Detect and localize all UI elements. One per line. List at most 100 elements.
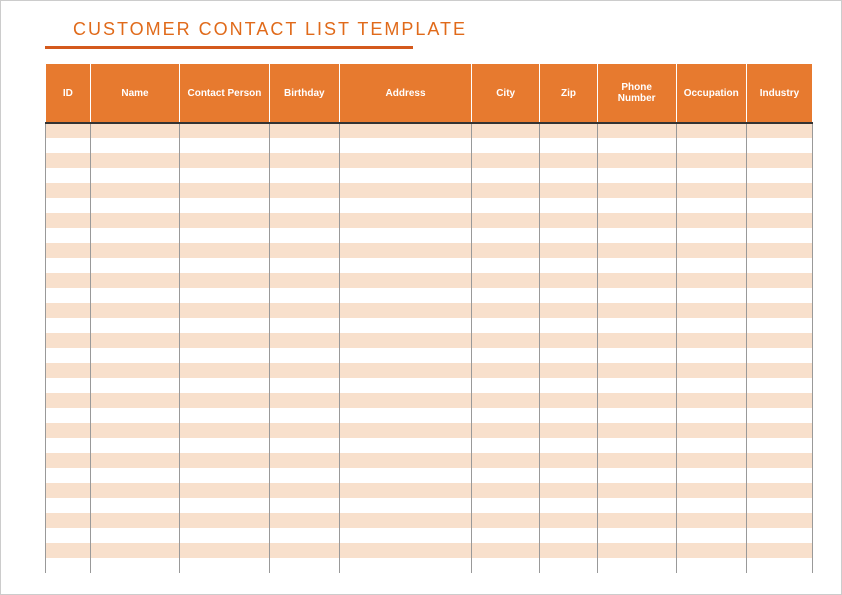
table-cell[interactable]: [472, 408, 540, 423]
table-cell[interactable]: [472, 273, 540, 288]
table-cell[interactable]: [46, 243, 91, 258]
table-cell[interactable]: [46, 258, 91, 273]
table-cell[interactable]: [746, 438, 812, 453]
table-cell[interactable]: [180, 318, 269, 333]
table-cell[interactable]: [339, 438, 471, 453]
table-cell[interactable]: [339, 483, 471, 498]
table-cell[interactable]: [180, 258, 269, 273]
table-cell[interactable]: [90, 468, 179, 483]
table-cell[interactable]: [676, 138, 746, 153]
table-cell[interactable]: [46, 138, 91, 153]
table-cell[interactable]: [269, 513, 339, 528]
table-cell[interactable]: [180, 138, 269, 153]
table-cell[interactable]: [339, 348, 471, 363]
table-cell[interactable]: [472, 363, 540, 378]
table-cell[interactable]: [180, 483, 269, 498]
table-cell[interactable]: [746, 288, 812, 303]
table-cell[interactable]: [472, 318, 540, 333]
table-cell[interactable]: [597, 303, 676, 318]
table-cell[interactable]: [269, 408, 339, 423]
table-cell[interactable]: [180, 438, 269, 453]
table-cell[interactable]: [472, 153, 540, 168]
table-cell[interactable]: [540, 483, 598, 498]
table-cell[interactable]: [269, 213, 339, 228]
table-cell[interactable]: [540, 528, 598, 543]
table-cell[interactable]: [472, 468, 540, 483]
table-cell[interactable]: [597, 123, 676, 138]
table-cell[interactable]: [472, 513, 540, 528]
table-cell[interactable]: [746, 543, 812, 558]
table-cell[interactable]: [269, 543, 339, 558]
table-cell[interactable]: [180, 558, 269, 573]
table-cell[interactable]: [339, 378, 471, 393]
table-cell[interactable]: [90, 183, 179, 198]
table-cell[interactable]: [676, 528, 746, 543]
table-cell[interactable]: [746, 303, 812, 318]
table-cell[interactable]: [269, 453, 339, 468]
table-cell[interactable]: [676, 183, 746, 198]
table-cell[interactable]: [46, 483, 91, 498]
table-cell[interactable]: [472, 498, 540, 513]
table-cell[interactable]: [46, 153, 91, 168]
table-cell[interactable]: [597, 198, 676, 213]
table-cell[interactable]: [472, 543, 540, 558]
table-cell[interactable]: [540, 138, 598, 153]
table-cell[interactable]: [597, 273, 676, 288]
table-cell[interactable]: [46, 228, 91, 243]
table-cell[interactable]: [540, 468, 598, 483]
table-cell[interactable]: [540, 228, 598, 243]
table-cell[interactable]: [46, 198, 91, 213]
table-cell[interactable]: [269, 138, 339, 153]
table-cell[interactable]: [269, 333, 339, 348]
table-cell[interactable]: [746, 183, 812, 198]
table-cell[interactable]: [540, 513, 598, 528]
table-cell[interactable]: [472, 228, 540, 243]
table-cell[interactable]: [676, 513, 746, 528]
table-cell[interactable]: [597, 408, 676, 423]
table-cell[interactable]: [90, 213, 179, 228]
table-cell[interactable]: [180, 543, 269, 558]
table-cell[interactable]: [540, 288, 598, 303]
table-cell[interactable]: [540, 213, 598, 228]
table-cell[interactable]: [676, 363, 746, 378]
table-cell[interactable]: [269, 363, 339, 378]
table-cell[interactable]: [180, 513, 269, 528]
table-cell[interactable]: [90, 318, 179, 333]
table-cell[interactable]: [746, 123, 812, 138]
table-cell[interactable]: [597, 153, 676, 168]
table-cell[interactable]: [90, 423, 179, 438]
table-cell[interactable]: [90, 513, 179, 528]
table-cell[interactable]: [339, 423, 471, 438]
table-cell[interactable]: [90, 378, 179, 393]
table-cell[interactable]: [339, 138, 471, 153]
table-cell[interactable]: [180, 273, 269, 288]
table-cell[interactable]: [597, 213, 676, 228]
table-cell[interactable]: [90, 123, 179, 138]
table-cell[interactable]: [746, 138, 812, 153]
table-cell[interactable]: [597, 498, 676, 513]
table-cell[interactable]: [676, 123, 746, 138]
table-cell[interactable]: [540, 393, 598, 408]
table-cell[interactable]: [339, 528, 471, 543]
table-cell[interactable]: [339, 288, 471, 303]
table-cell[interactable]: [540, 333, 598, 348]
table-cell[interactable]: [472, 258, 540, 273]
table-cell[interactable]: [676, 153, 746, 168]
table-cell[interactable]: [472, 123, 540, 138]
table-cell[interactable]: [269, 423, 339, 438]
table-cell[interactable]: [746, 363, 812, 378]
table-cell[interactable]: [597, 453, 676, 468]
table-cell[interactable]: [46, 513, 91, 528]
table-cell[interactable]: [472, 378, 540, 393]
table-cell[interactable]: [540, 348, 598, 363]
table-cell[interactable]: [472, 453, 540, 468]
table-cell[interactable]: [676, 438, 746, 453]
table-cell[interactable]: [746, 408, 812, 423]
table-cell[interactable]: [540, 303, 598, 318]
table-cell[interactable]: [472, 528, 540, 543]
table-cell[interactable]: [269, 318, 339, 333]
table-cell[interactable]: [540, 243, 598, 258]
table-cell[interactable]: [90, 543, 179, 558]
table-cell[interactable]: [46, 333, 91, 348]
table-cell[interactable]: [472, 393, 540, 408]
